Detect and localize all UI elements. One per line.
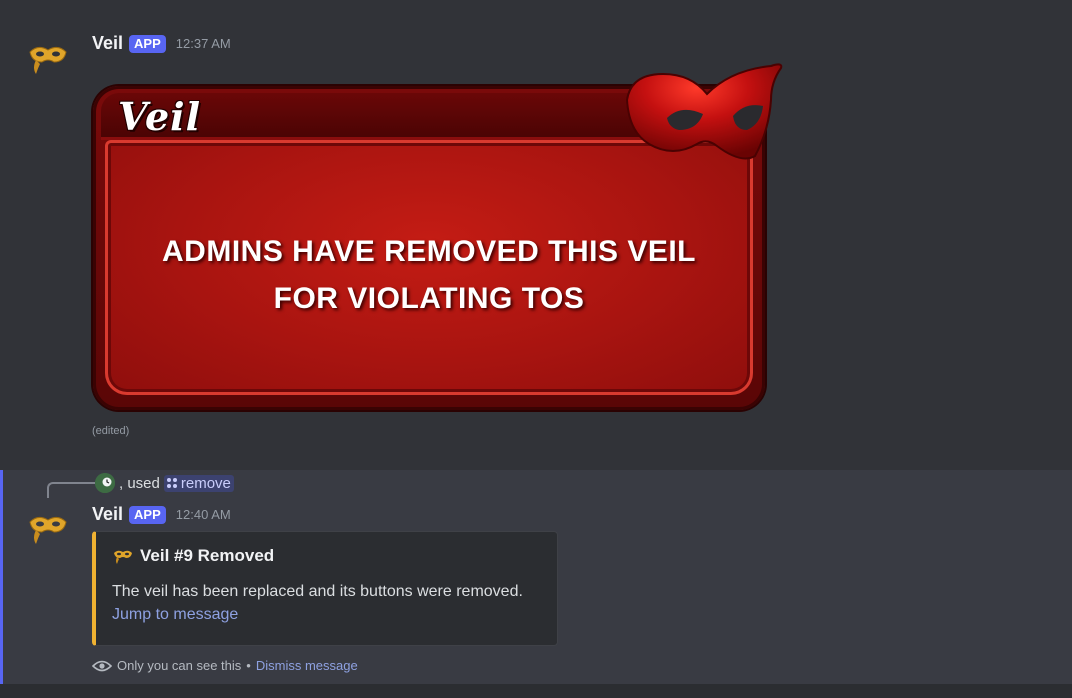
embed-title: Veil #9 Removed: [112, 546, 274, 566]
jump-to-message-link[interactable]: Jump to message: [112, 606, 238, 624]
green-clock-avatar-icon[interactable]: [95, 473, 115, 493]
embed-description: The veil has been replaced and its butto…: [112, 583, 523, 600]
reply-text: , used: [119, 474, 160, 492]
gold-mask-icon: [114, 550, 132, 564]
reply-spine: [47, 482, 95, 498]
command-name: remove: [180, 474, 231, 492]
timestamp: 12:40 AM: [175, 507, 231, 522]
gold-mask-avatar-icon[interactable]: [28, 508, 68, 548]
card-text-line-1: ADMINS HAVE REMOVED THIS VEIL: [162, 235, 696, 268]
app-badge: APP: [129, 505, 166, 524]
app-badge: APP: [129, 34, 166, 53]
veil-card-image[interactable]: Veil ADMINS HAVE REMOVED THIS VEIL FOR V…: [93, 60, 783, 412]
red-masquerade-mask-icon: [625, 63, 783, 160]
command-icon: [166, 478, 177, 488]
card-title: Veil: [118, 94, 202, 139]
timestamp: 12:37 AM: [175, 36, 231, 51]
ephemeral-notice: Only you can see this • Dismiss message: [92, 658, 358, 673]
ephemeral-text: Only you can see this: [117, 658, 242, 673]
username[interactable]: Veil: [92, 504, 123, 525]
eye-icon: [92, 660, 112, 671]
card-text-line-2: FOR VIOLATING TOS: [273, 282, 585, 315]
message-header: Veil APP 12:37 AM: [92, 33, 231, 54]
bottom-divider: [0, 684, 1072, 698]
message-2: , used remove Veil APP 12:40 AM Veil #9 …: [0, 470, 1072, 684]
dismiss-message-link[interactable]: Dismiss message: [256, 658, 358, 673]
embed: Veil #9 Removed The veil has been replac…: [92, 531, 558, 646]
command-chip[interactable]: remove: [163, 474, 234, 492]
separator: •: [246, 658, 251, 673]
username[interactable]: Veil: [92, 33, 123, 54]
gold-mask-avatar-icon[interactable]: [28, 38, 68, 78]
edited-label: (edited): [92, 425, 130, 437]
message-1: Veil APP 12:37 AM Veil ADMINS HAVE REMOV…: [0, 0, 1072, 470]
embed-title-text: Veil #9 Removed: [140, 546, 275, 565]
message-header: Veil APP 12:40 AM: [92, 504, 231, 525]
command-reply-line[interactable]: , used remove: [95, 473, 234, 493]
